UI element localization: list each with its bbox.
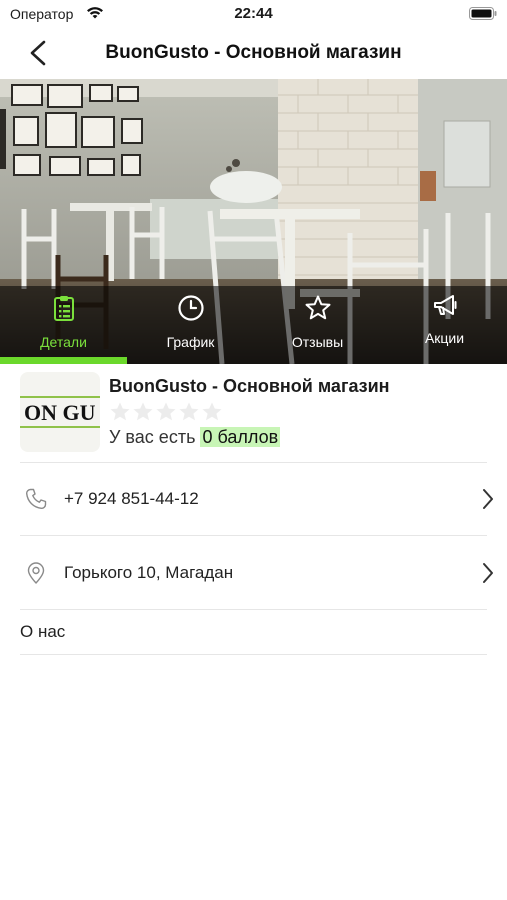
phone-number: +7 924 851-44-12 [64, 489, 199, 508]
status-time: 22:44 [234, 5, 273, 22]
logo-stripe [20, 396, 100, 398]
logo-stripe [20, 426, 100, 428]
phone-row[interactable]: +7 924 851-44-12 [0, 463, 507, 535]
clock-icon [177, 295, 204, 321]
megaphone-icon [433, 295, 456, 315]
chevron-right-icon [483, 563, 493, 583]
tab-schedule[interactable]: График [127, 286, 254, 364]
battery-icon [469, 7, 497, 20]
clipboard-list-icon [53, 296, 74, 321]
divider [20, 535, 487, 536]
status-bar: Оператор 22:44 [0, 0, 507, 28]
location-pin-icon [27, 562, 45, 584]
tab-schedule-label: График [166, 334, 215, 350]
tab-reviews[interactable]: Отзывы [254, 286, 381, 364]
store-photo: Детали График Отзывы Акции [0, 79, 507, 364]
divider [20, 654, 487, 655]
store-name: BuonGusto - Основной магазин [109, 376, 390, 396]
chevron-right-icon [483, 489, 493, 509]
active-tab-indicator [0, 357, 127, 364]
navigation-bar: BuonGusto - Основной магазин [0, 28, 507, 78]
logo-text: ON GU [24, 400, 96, 425]
store-logo: ON GU [20, 372, 100, 452]
tab-details[interactable]: Детали [0, 286, 127, 364]
star-icon [133, 402, 153, 421]
tab-bar: Детали График Отзывы Акции [0, 286, 507, 364]
tab-promotions[interactable]: Акции [381, 286, 507, 364]
divider [20, 609, 487, 610]
points-prefix: У вас есть [109, 427, 196, 447]
tab-promotions-label: Акции [424, 330, 465, 346]
rating-stars [109, 401, 224, 423]
star-icon [202, 402, 222, 421]
star-icon [179, 402, 199, 421]
points-badge: 0 баллов [200, 427, 281, 447]
loyalty-points: У вас есть 0 баллов [109, 427, 281, 448]
page-title: BuonGusto - Основной магазин [105, 42, 402, 63]
address-row[interactable]: Горького 10, Магадан [0, 537, 507, 609]
star-icon [110, 402, 130, 421]
about-section-label[interactable]: О нас [20, 622, 65, 642]
tab-reviews-label: Отзывы [291, 334, 344, 350]
store-header: ON GU BuonGusto - Основной магазин У вас… [20, 372, 490, 462]
address-text: Горького 10, Магадан [64, 563, 234, 582]
tab-details-label: Детали [40, 334, 87, 350]
star-icon [305, 295, 330, 320]
phone-icon [25, 488, 47, 510]
star-icon [156, 402, 176, 421]
